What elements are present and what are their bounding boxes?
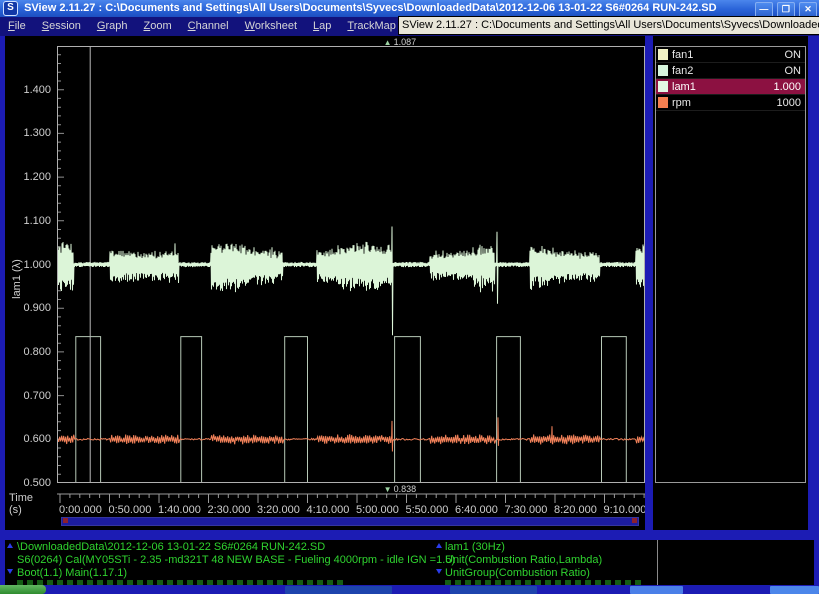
y-tick-label: 0.500 [5, 477, 51, 489]
close-button-icon[interactable]: ✕ [799, 2, 817, 17]
x-tick-label: 3:20.000 [257, 504, 300, 516]
status-down-arrow-icon [7, 569, 13, 574]
channel-row-fan1[interactable]: fan1ON [656, 47, 805, 63]
time-axis-title: Time (s) [9, 492, 33, 516]
channel-name: fan1 [672, 49, 785, 61]
status-divider [657, 540, 658, 585]
menu-item-trackmap[interactable]: TrackMap [339, 17, 404, 36]
x-tick-label: 4:10.000 [307, 504, 350, 516]
channel-name: lam1 [672, 81, 773, 93]
channel-color-swatch [658, 97, 668, 108]
scrollbar-right-arrow-icon[interactable] [632, 518, 637, 523]
plot-panel: lam1 (λ) 1.4001.3001.2001.1001.0000.9000… [5, 36, 645, 530]
status-bar: \DownloadedData\2012-12-06 13-01-22 S6#0… [5, 540, 814, 585]
taskbar-button[interactable] [450, 586, 537, 594]
status-line: Unit(Combustion Ratio,Lambda) [445, 554, 602, 567]
minimize-button-icon[interactable]: — [755, 2, 773, 17]
menu-item-worksheet[interactable]: Worksheet [237, 17, 305, 36]
sview-window: S SView 2.11.27 : C:\Documents and Setti… [0, 0, 819, 594]
channel-value: ON [785, 65, 806, 77]
y-tick-label: 1.000 [5, 259, 51, 271]
y-tick-label: 1.200 [5, 171, 51, 183]
menu-item-zoom[interactable]: Zoom [135, 17, 179, 36]
status-up-arrow-icon [7, 543, 13, 548]
filename-tooltip: SView 2.11.27 : C:\Documents and Setting… [398, 16, 819, 35]
channel-value: ON [785, 49, 806, 61]
title-bar[interactable]: S SView 2.11.27 : C:\Documents and Setti… [0, 0, 819, 17]
status-line: S6(0264) Cal(MY05STi - 2.35 -md321T 48 N… [17, 554, 455, 567]
status-line: Boot(1.1) Main(1.17.1) [17, 567, 455, 580]
channel-color-swatch [658, 49, 668, 60]
x-tick-label: 1:40.000 [158, 504, 201, 516]
y-tick-label: 0.800 [5, 346, 51, 358]
status-down-arrow-icon [436, 569, 442, 574]
taskbar-button[interactable] [285, 586, 392, 594]
menu-item-graph[interactable]: Graph [89, 17, 136, 36]
y-tick-label: 1.300 [5, 127, 51, 139]
status-line: lam1 (30Hz) [445, 541, 602, 554]
window-title: SView 2.11.27 : C:\Documents and Setting… [24, 2, 716, 14]
channel-color-swatch [658, 81, 668, 92]
channel-row-rpm[interactable]: rpm1000 [656, 95, 805, 111]
y-tick-label: 0.900 [5, 302, 51, 314]
status-line: UnitGroup(Combustion Ratio) [445, 567, 602, 580]
channel-info: lam1 (30Hz)Unit(Combustion Ratio,Lambda)… [445, 541, 602, 580]
menu-item-lap[interactable]: Lap [305, 17, 339, 36]
y-tick-label: 1.400 [5, 84, 51, 96]
x-tick-label: 8:20.000 [554, 504, 597, 516]
windows-taskbar[interactable] [0, 585, 819, 594]
session-info: \DownloadedData\2012-12-06 13-01-22 S6#0… [17, 541, 455, 580]
y-tick-label: 1.100 [5, 215, 51, 227]
x-tick-label: 5:50.000 [406, 504, 449, 516]
time-scrollbar[interactable] [57, 516, 643, 527]
start-button[interactable] [0, 585, 46, 594]
time-scrollbar-thumb[interactable] [61, 517, 639, 526]
menu-item-channel[interactable]: Channel [180, 17, 237, 36]
taskbar-button[interactable] [630, 586, 683, 594]
menu-item-session[interactable]: Session [34, 17, 89, 36]
channel-name: rpm [672, 97, 777, 109]
x-tick-label: 6:40.000 [455, 504, 498, 516]
channel-row-fan2[interactable]: fan2ON [656, 63, 805, 79]
menu-item-file[interactable]: File [0, 17, 34, 36]
x-tick-label: 0:00.000 [59, 504, 102, 516]
channel-value: 1000 [777, 97, 805, 109]
channel-value: 1.000 [773, 81, 805, 93]
restore-button-icon[interactable]: ❐ [777, 2, 795, 17]
app-icon: S [3, 1, 18, 16]
channel-row-lam1[interactable]: lam11.000 [656, 79, 805, 95]
x-tick-label: 5:00.000 [356, 504, 399, 516]
x-tick-label: 9:10.000 [604, 504, 646, 516]
status-line: \DownloadedData\2012-12-06 13-01-22 S6#0… [17, 541, 455, 554]
channel-color-swatch [658, 65, 668, 76]
channel-list: fan1ONfan2ONlam11.000rpm1000 [655, 46, 806, 483]
status-up-arrow-icon [436, 543, 442, 548]
y-tick-label: 0.700 [5, 390, 51, 402]
x-tick-label: 2:30.000 [208, 504, 251, 516]
y-tick-label: 0.600 [5, 433, 51, 445]
x-tick-label: 7:30.000 [505, 504, 548, 516]
mouse-cursor-artifact: '' [428, 10, 431, 16]
plot-area[interactable] [57, 46, 645, 483]
scrollbar-left-arrow-icon[interactable] [63, 518, 68, 523]
x-tick-label: 0:50.000 [109, 504, 152, 516]
taskbar-tray[interactable] [770, 586, 819, 594]
channel-name: fan2 [672, 65, 785, 77]
